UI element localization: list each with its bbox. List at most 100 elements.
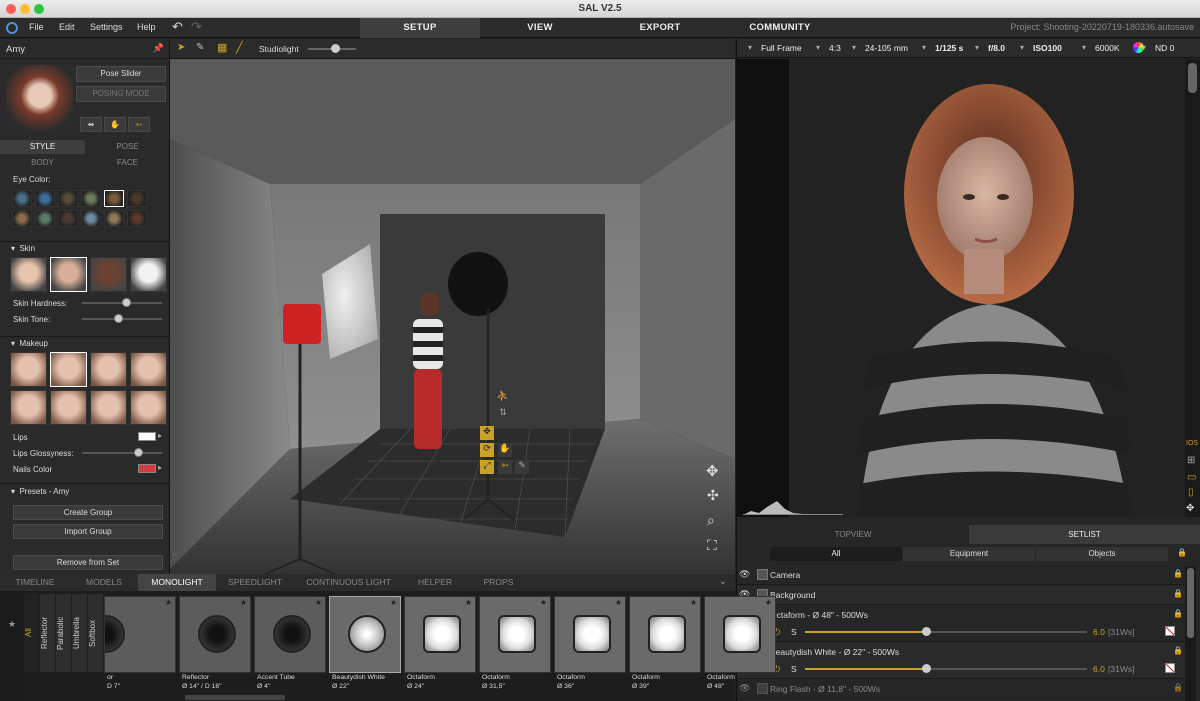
power-slider-track[interactable] <box>805 627 1087 636</box>
light-card[interactable]: ★ <box>554 596 626 673</box>
favorites-star-icon[interactable]: ★ <box>8 619 16 630</box>
eye-color-swatch[interactable] <box>35 190 55 207</box>
power-slider-track[interactable] <box>805 664 1087 673</box>
create-group-button[interactable]: Create Group <box>13 505 163 520</box>
lips-glossyness-track[interactable] <box>82 448 162 457</box>
eye-color-swatch[interactable] <box>35 210 55 227</box>
category-tab-parabolic[interactable]: Parabolic <box>56 594 71 672</box>
light-card[interactable]: ★ <box>179 596 251 673</box>
camera-preview[interactable] <box>737 59 1185 517</box>
category-tab-reflector[interactable]: Reflector <box>40 594 55 672</box>
eye-visibility-icon[interactable]: 👁 <box>739 569 750 580</box>
favorite-star-icon[interactable]: ★ <box>690 598 697 607</box>
setlist-row[interactable]: 👁Octaform - Ø 48" - 500Ws🔒⏻S6.0[31Ws] <box>737 606 1185 642</box>
skin-swatch[interactable] <box>10 257 47 292</box>
skin-hardness-handle[interactable] <box>122 298 131 307</box>
camera-setting-6[interactable]: 6000K <box>1095 43 1120 53</box>
eye-color-swatch[interactable] <box>12 190 32 207</box>
line-tool-icon[interactable]: ╱ <box>236 41 243 54</box>
skin-swatch[interactable] <box>130 257 167 292</box>
favorite-star-icon[interactable]: ★ <box>390 598 397 607</box>
tab-face[interactable]: FACE <box>85 156 170 170</box>
makeup-swatch[interactable] <box>10 390 47 425</box>
camera-setting-5[interactable]: ISO100 <box>1033 43 1062 53</box>
preview-scrollbar[interactable] <box>1188 63 1197 93</box>
dropdown-arrow-icon[interactable]: ▾ <box>1020 43 1024 52</box>
camera-setting-3[interactable]: 1/125 s <box>935 43 963 53</box>
menu-help[interactable]: Help <box>137 22 156 32</box>
item-lock-icon[interactable]: 🔒 <box>1173 683 1183 692</box>
eye-color-swatch[interactable] <box>104 210 124 227</box>
lips-color-swatch[interactable] <box>138 432 156 441</box>
eye-color-swatch[interactable] <box>127 190 147 207</box>
gizmo-rotate-icon[interactable]: ⟳ <box>480 443 494 457</box>
camera-setting-7[interactable]: ND 0 <box>1155 43 1174 53</box>
color-gel-swatch[interactable] <box>1165 626 1175 636</box>
menu-settings[interactable]: Settings <box>90 22 123 32</box>
lips-arrow-icon[interactable]: ▸ <box>158 431 162 440</box>
light-card[interactable]: ★ <box>404 596 476 673</box>
pose-slider-button[interactable]: Pose Slider <box>76 66 166 82</box>
tab-pose[interactable]: POSE <box>85 140 170 154</box>
category-tab-softbox[interactable]: Softbox <box>88 594 103 672</box>
tab-helper[interactable]: HELPER <box>403 574 467 591</box>
figure-pose-icon[interactable]: ⇅ <box>496 407 510 421</box>
nails-color-swatch[interactable] <box>138 464 156 473</box>
mirror-icon[interactable]: ⇹ <box>80 117 102 132</box>
light-card[interactable]: ★ <box>104 596 176 673</box>
eye-color-swatch[interactable] <box>58 210 78 227</box>
tab-view[interactable]: VIEW <box>480 18 600 38</box>
menu-edit[interactable]: Edit <box>59 22 75 32</box>
eye-color-swatch[interactable] <box>81 210 101 227</box>
item-lock-icon[interactable]: 🔒 <box>1173 569 1183 578</box>
favorite-star-icon[interactable]: ★ <box>240 598 247 607</box>
tab-style[interactable]: STYLE <box>0 140 85 154</box>
eye-color-swatch[interactable] <box>104 190 124 207</box>
light-card[interactable]: ★ <box>329 596 401 673</box>
dropdown-arrow-icon[interactable]: ▾ <box>922 43 926 52</box>
lock-filter-icon[interactable]: 🔒 <box>1177 548 1187 557</box>
makeup-swatch[interactable] <box>130 390 167 425</box>
tab-speedlight[interactable]: SPEEDLIGHT <box>216 574 294 591</box>
favorite-star-icon[interactable]: ★ <box>540 598 547 607</box>
skin-tone-track[interactable] <box>82 314 162 323</box>
skin-tone-handle[interactable] <box>114 314 123 323</box>
grid-icon[interactable]: ▦ <box>217 41 227 54</box>
tab-monolight[interactable]: MONOLIGHT <box>138 574 216 591</box>
dropdown-arrow-icon[interactable]: ▾ <box>1082 43 1086 52</box>
tab-export[interactable]: EXPORT <box>600 18 720 38</box>
collapse-library-icon[interactable]: ⌄ <box>719 576 727 587</box>
import-group-button[interactable]: Import Group <box>13 524 163 539</box>
brush-icon[interactable]: ✎ <box>515 460 529 474</box>
favorite-star-icon[interactable]: ★ <box>165 598 172 607</box>
tab-models[interactable]: MODELS <box>70 574 138 591</box>
tab-props[interactable]: PROPS <box>467 574 530 591</box>
grid-overlay-icon[interactable]: ⊞ <box>1187 455 1195 466</box>
pin-icon[interactable]: 📌 <box>153 43 164 54</box>
dropdown-arrow-icon[interactable]: ▾ <box>748 43 752 52</box>
eye-color-swatch[interactable] <box>127 210 147 227</box>
power-slider-handle[interactable] <box>922 627 932 636</box>
tab-continuous-light[interactable]: CONTINUOUS LIGHT <box>294 574 403 591</box>
makeup-swatch[interactable] <box>50 352 87 387</box>
eye-color-swatch[interactable] <box>58 190 78 207</box>
undo-icon[interactable]: ↶ <box>172 19 183 35</box>
light-card[interactable]: ★ <box>479 596 551 673</box>
tab-setlist[interactable]: SETLIST <box>969 525 1200 544</box>
pan-icon[interactable]: ✣ <box>707 487 719 504</box>
eye-color-swatch[interactable] <box>12 210 32 227</box>
setlist-scrollbar[interactable] <box>1185 566 1196 701</box>
setlist-row[interactable]: 👁Beautydish White - Ø 22" - 500Ws🔒⏻S6.0[… <box>737 643 1185 679</box>
dropdown-arrow-icon[interactable]: ▾ <box>816 43 820 52</box>
color-wheel-icon[interactable] <box>1133 42 1144 53</box>
setlist-row[interactable]: 👁 Background 🔒 <box>737 586 1185 605</box>
camera-setting-0[interactable]: Full Frame <box>761 43 802 53</box>
arm-pose-icon[interactable]: ➳ <box>498 460 512 474</box>
category-tab-all[interactable]: All <box>24 594 39 672</box>
tab-topview[interactable]: TOPVIEW <box>737 525 969 544</box>
makeup-swatch[interactable] <box>10 352 47 387</box>
favorite-star-icon[interactable]: ★ <box>315 598 322 607</box>
tab-community[interactable]: COMMUNITY <box>720 18 840 38</box>
favorite-star-icon[interactable]: ★ <box>765 598 772 607</box>
hand-pose-icon[interactable]: ✋ <box>498 443 512 457</box>
